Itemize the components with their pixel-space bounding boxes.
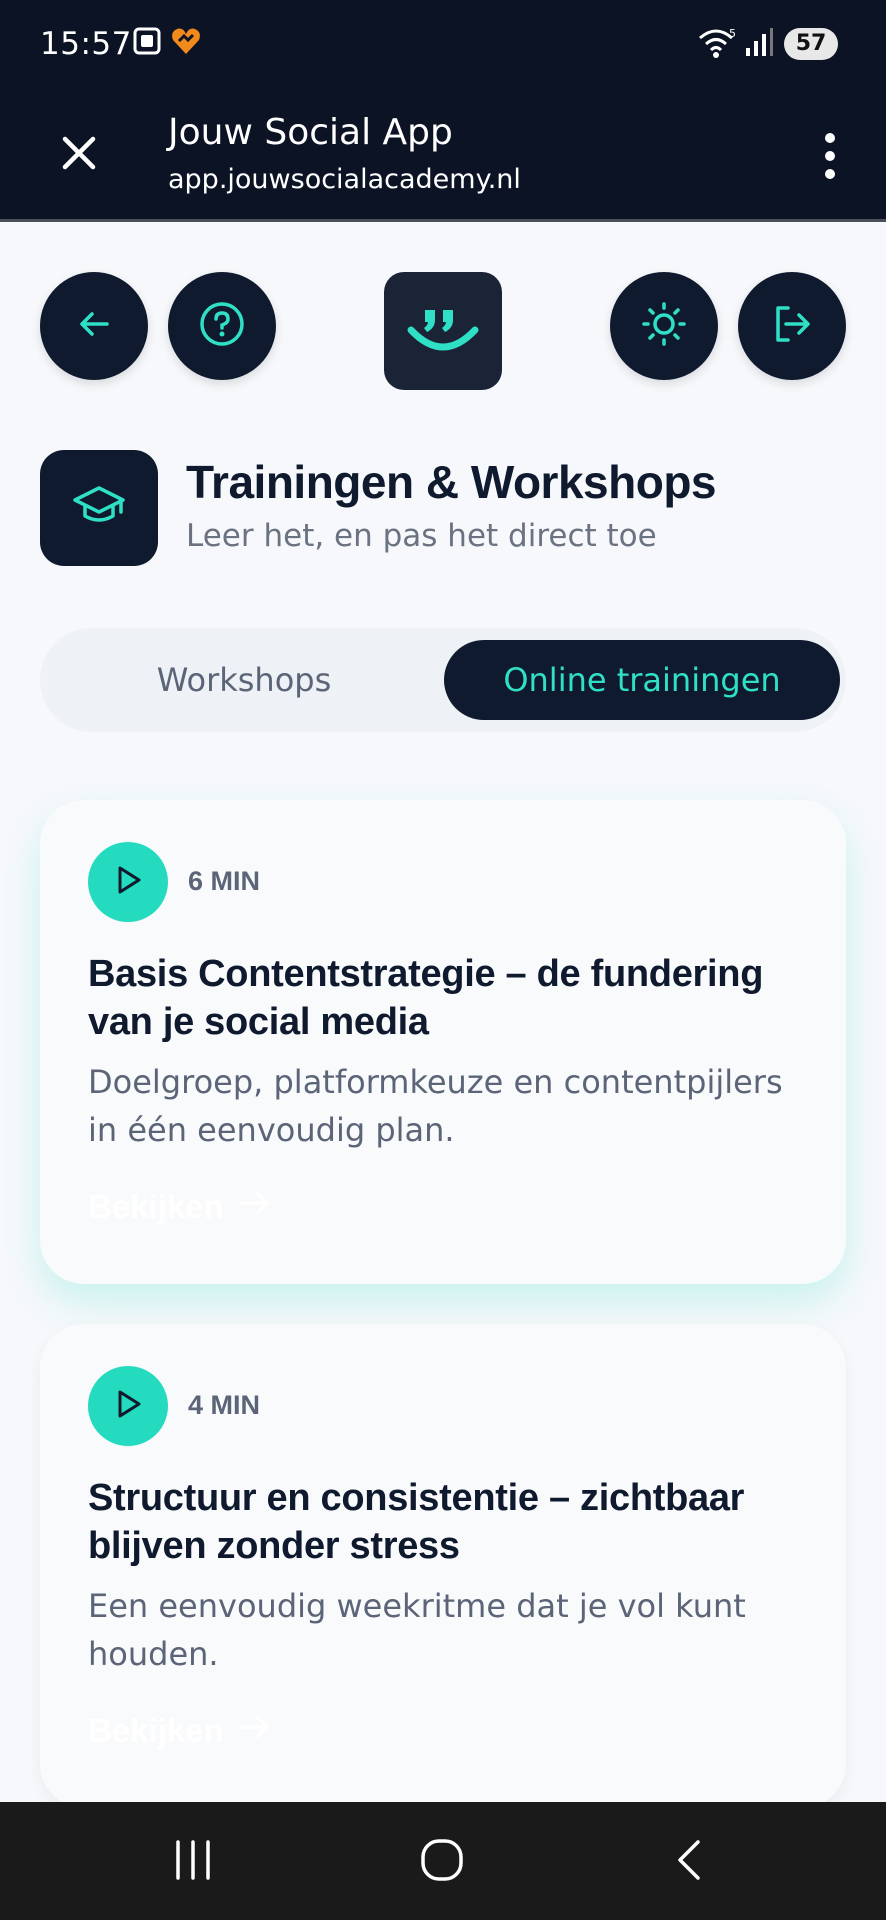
theme-toggle-button[interactable] xyxy=(610,272,718,380)
tab-online-trainingen[interactable]: Online trainingen xyxy=(444,640,840,720)
logout-button[interactable] xyxy=(738,272,846,380)
system-nav-bar xyxy=(0,1802,886,1920)
battery-indicator: 57 xyxy=(784,28,838,60)
training-duration: 4 MIN xyxy=(188,1390,261,1420)
screenshot-icon xyxy=(132,26,162,60)
play-icon xyxy=(111,1387,145,1425)
view-training-link[interactable]: Bekijken xyxy=(88,1712,272,1750)
tab-workshops[interactable]: Workshops xyxy=(48,640,440,720)
more-options-icon[interactable] xyxy=(818,128,842,184)
logout-icon xyxy=(768,300,816,352)
training-duration: 6 MIN xyxy=(188,866,261,896)
play-button[interactable] xyxy=(88,842,168,922)
tab-switcher: Workshops Online trainingen xyxy=(40,628,846,732)
help-button[interactable] xyxy=(168,272,276,380)
view-training-label: Bekijken xyxy=(88,1188,224,1225)
home-icon[interactable] xyxy=(420,1838,464,1886)
browser-title: Jouw Social App xyxy=(168,112,453,153)
training-title: Basis Contentstrategie – de fundering va… xyxy=(88,953,764,1043)
sun-icon xyxy=(640,300,688,352)
training-card[interactable]: 4 MIN Structuur en consistentie – zichtb… xyxy=(40,1324,846,1808)
back-nav-icon[interactable] xyxy=(672,1838,708,1886)
heart-icon xyxy=(170,26,202,60)
page-title: Trainingen & Workshops xyxy=(186,456,717,508)
training-card[interactable]: 6 MIN Basis Contentstrategie – de funder… xyxy=(40,800,846,1284)
close-icon[interactable] xyxy=(56,130,102,176)
graduation-cap-badge xyxy=(40,450,158,566)
smiley-quote-logo-icon xyxy=(403,294,483,368)
training-description: Een eenvoudig weekritme dat je vol kunt … xyxy=(88,1587,746,1673)
arrow-left-icon xyxy=(74,304,114,348)
view-training-label: Bekijken xyxy=(88,1712,224,1749)
training-description: Doelgroep, platformkeuze en contentpijle… xyxy=(88,1063,783,1149)
status-time: 15:57 xyxy=(40,26,132,62)
signal-icon xyxy=(744,26,774,62)
help-icon xyxy=(198,300,246,352)
browser-header: Jouw Social App app.jouwsocialacademy.nl xyxy=(0,92,886,222)
training-title: Structuur en consistentie – zichtbaar bl… xyxy=(88,1477,745,1567)
view-training-link[interactable]: Bekijken xyxy=(88,1188,272,1226)
app-logo[interactable] xyxy=(384,272,502,390)
wifi-icon: 5 xyxy=(696,26,740,64)
browser-url: app.jouwsocialacademy.nl xyxy=(168,164,521,195)
graduation-cap-icon xyxy=(71,482,127,534)
status-bar: 15:57 5 57 xyxy=(0,0,886,92)
back-button[interactable] xyxy=(40,272,148,380)
play-button[interactable] xyxy=(88,1366,168,1446)
play-icon xyxy=(111,863,145,901)
recent-apps-icon[interactable] xyxy=(172,1838,214,1886)
arrow-right-icon xyxy=(238,1712,272,1750)
svg-text:5: 5 xyxy=(729,27,736,40)
page-subtitle: Leer het, en pas het direct toe xyxy=(186,518,657,554)
arrow-right-icon xyxy=(238,1188,272,1226)
